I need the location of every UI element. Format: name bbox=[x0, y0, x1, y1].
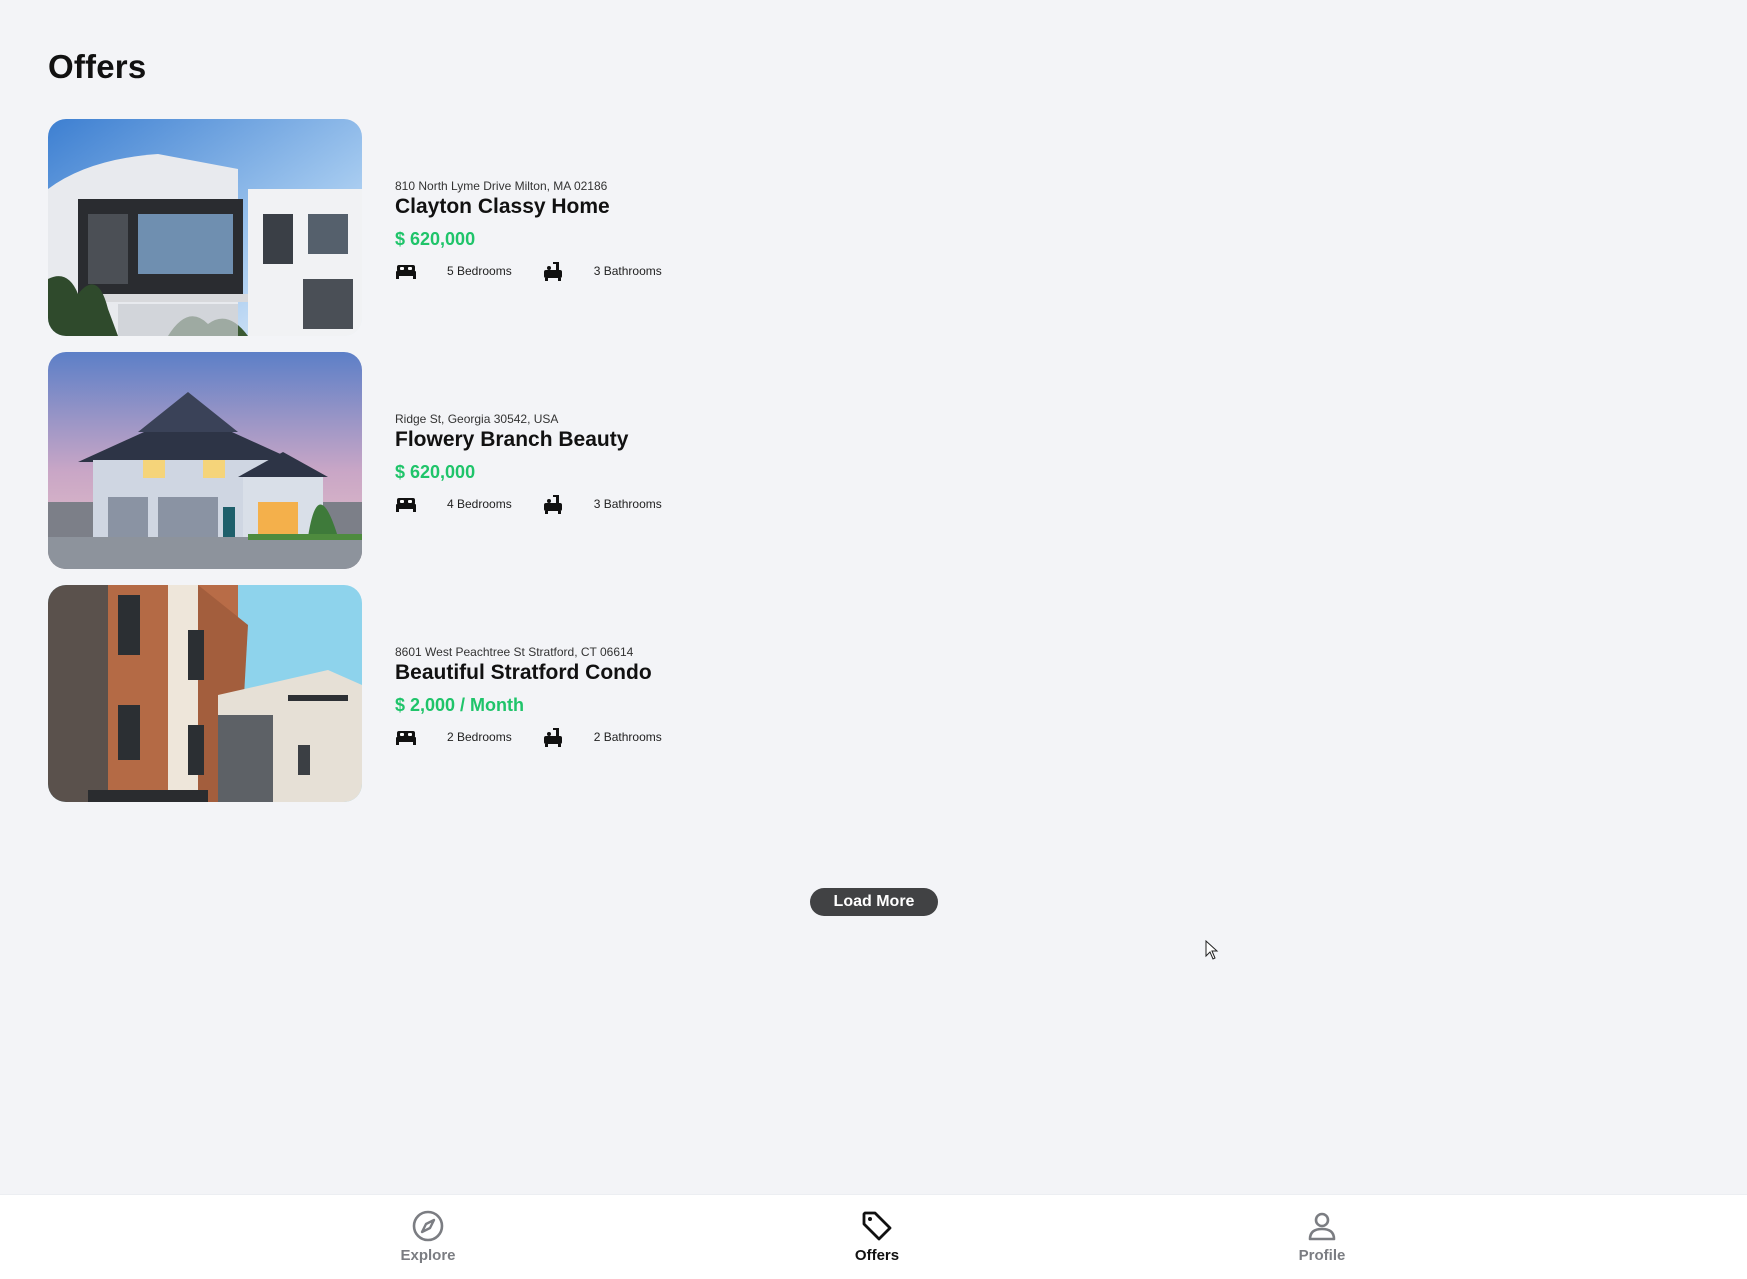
tab-explore[interactable]: Explore bbox=[368, 1209, 488, 1267]
bathrooms-label: 2 Bathrooms bbox=[593, 729, 662, 744]
page-title: Offers bbox=[48, 48, 147, 85]
bathtub-icon bbox=[543, 261, 562, 281]
person-icon bbox=[1308, 1212, 1336, 1241]
offer-card[interactable]: Ridge St, Georgia 30542, USA Flowery Bra… bbox=[48, 352, 1048, 569]
bathrooms-label: 3 Bathrooms bbox=[593, 263, 662, 278]
offer-card[interactable]: 810 North Lyme Drive Milton, MA 02186 Cl… bbox=[48, 119, 1048, 336]
bottom-tab-bar: Explore Offers Profile bbox=[0, 1194, 1747, 1279]
tag-icon bbox=[862, 1211, 892, 1241]
mouse-cursor-icon bbox=[1205, 940, 1219, 960]
offers-page: Offers 810 North Lyme Drive Milton, MA 0… bbox=[0, 0, 1747, 1279]
compass-icon bbox=[412, 1210, 444, 1242]
bathtub-icon bbox=[543, 727, 562, 747]
tab-offers[interactable]: Offers bbox=[817, 1209, 937, 1267]
offer-address: 810 North Lyme Drive Milton, MA 02186 bbox=[395, 178, 608, 193]
bedrooms-label: 2 Bedrooms bbox=[447, 729, 512, 744]
offer-price: $ 620,000 bbox=[395, 228, 476, 249]
tab-label: Explore bbox=[400, 1247, 456, 1264]
tab-profile[interactable]: Profile bbox=[1262, 1209, 1382, 1267]
offer-address: Ridge St, Georgia 30542, USA bbox=[395, 411, 559, 426]
tab-label: Offers bbox=[854, 1247, 900, 1264]
load-more-button[interactable]: Load More bbox=[810, 888, 938, 916]
offer-name[interactable]: Flowery Branch Beauty bbox=[395, 427, 662, 453]
bed-icon bbox=[396, 730, 416, 745]
offer-photo-modern-house[interactable] bbox=[48, 119, 362, 336]
bed-icon bbox=[396, 497, 416, 512]
offer-address: 8601 West Peachtree St Stratford, CT 066… bbox=[395, 644, 634, 659]
offer-name[interactable]: Clayton Classy Home bbox=[395, 194, 662, 220]
offer-photo-condo[interactable] bbox=[48, 585, 362, 802]
bedrooms-label: 4 Bedrooms bbox=[447, 496, 512, 511]
bathrooms-label: 3 Bathrooms bbox=[593, 496, 662, 511]
offer-features: 4 Bedrooms 3 Bathrooms bbox=[395, 492, 662, 516]
offer-photo-suburban-house[interactable] bbox=[48, 352, 362, 569]
offer-name[interactable]: Beautiful Stratford Condo bbox=[395, 660, 662, 686]
offer-info: Ridge St, Georgia 30542, USA Flowery Bra… bbox=[395, 412, 662, 516]
bed-icon bbox=[396, 264, 416, 279]
offer-price: $ 2,000 / Month bbox=[395, 694, 525, 715]
offer-price: $ 620,000 bbox=[395, 461, 476, 482]
bathtub-icon bbox=[543, 494, 562, 514]
offer-card[interactable]: 8601 West Peachtree St Stratford, CT 066… bbox=[48, 585, 1048, 802]
offer-features: 2 Bedrooms 2 Bathrooms bbox=[395, 725, 662, 749]
offer-info: 810 North Lyme Drive Milton, MA 02186 Cl… bbox=[395, 179, 662, 283]
bedrooms-label: 5 Bedrooms bbox=[447, 263, 512, 278]
offer-info: 8601 West Peachtree St Stratford, CT 066… bbox=[395, 645, 662, 749]
tab-label: Profile bbox=[1298, 1247, 1346, 1264]
offer-features: 5 Bedrooms 3 Bathrooms bbox=[395, 259, 662, 283]
